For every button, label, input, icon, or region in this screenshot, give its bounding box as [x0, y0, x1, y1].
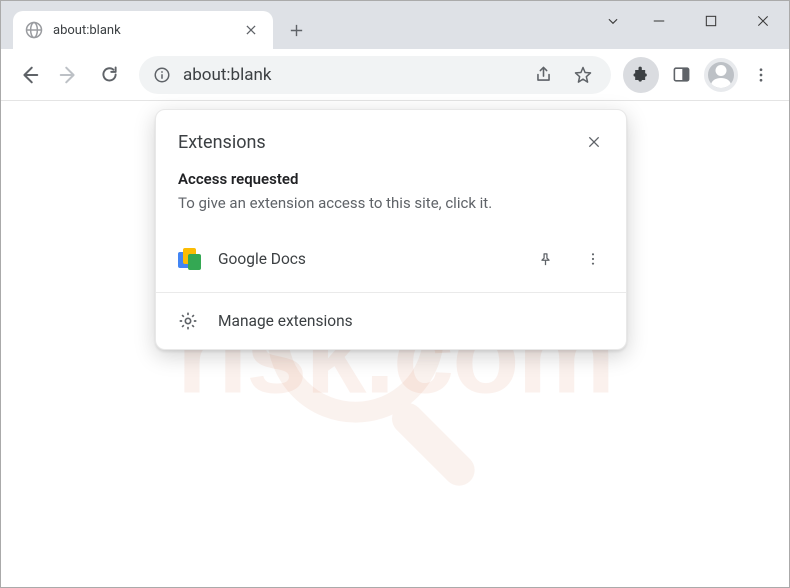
popup-title: Extensions — [178, 132, 266, 153]
gear-icon — [178, 311, 198, 331]
window-controls — [593, 1, 789, 41]
chrome-menu-button[interactable] — [743, 57, 779, 93]
forward-button[interactable] — [51, 57, 87, 93]
sidepanel-button[interactable] — [663, 57, 699, 93]
globe-icon — [25, 21, 43, 39]
browser-tab[interactable]: about:blank — [13, 11, 273, 49]
address-bar[interactable]: about:blank — [139, 56, 611, 94]
browser-toolbar: about:blank — [1, 49, 789, 101]
share-icon[interactable] — [530, 65, 557, 84]
maximize-button[interactable] — [685, 1, 737, 41]
google-docs-icon — [178, 248, 200, 270]
access-requested-section: Access requested To give an extension ac… — [156, 162, 626, 230]
bookmark-star-icon[interactable] — [569, 65, 597, 85]
manage-extensions-label: Manage extensions — [218, 312, 353, 330]
close-window-button[interactable] — [737, 1, 789, 41]
pin-extension-button[interactable] — [530, 244, 560, 274]
tab-search-button[interactable] — [593, 1, 633, 41]
extensions-popup: Extensions Access requested To give an e… — [155, 109, 627, 350]
tab-title: about:blank — [53, 23, 231, 38]
extension-menu-button[interactable] — [578, 244, 608, 274]
popup-header: Extensions — [156, 110, 626, 162]
access-requested-desc: To give an extension access to this site… — [178, 194, 604, 212]
access-requested-title: Access requested — [178, 170, 604, 188]
minimize-button[interactable] — [633, 1, 685, 41]
extension-item[interactable]: Google Docs — [156, 230, 626, 293]
reload-button[interactable] — [91, 57, 127, 93]
url-text: about:blank — [183, 65, 518, 85]
manage-extensions-item[interactable]: Manage extensions — [156, 293, 626, 349]
profile-button[interactable] — [703, 57, 739, 93]
avatar-icon — [704, 58, 738, 92]
site-info-icon[interactable] — [153, 66, 171, 84]
window-titlebar: about:blank — [1, 1, 789, 49]
close-tab-button[interactable] — [241, 20, 261, 40]
close-popup-button[interactable] — [578, 126, 610, 158]
back-button[interactable] — [11, 57, 47, 93]
extension-name: Google Docs — [218, 250, 512, 268]
extensions-button[interactable] — [623, 57, 659, 93]
new-tab-button[interactable] — [279, 13, 313, 47]
